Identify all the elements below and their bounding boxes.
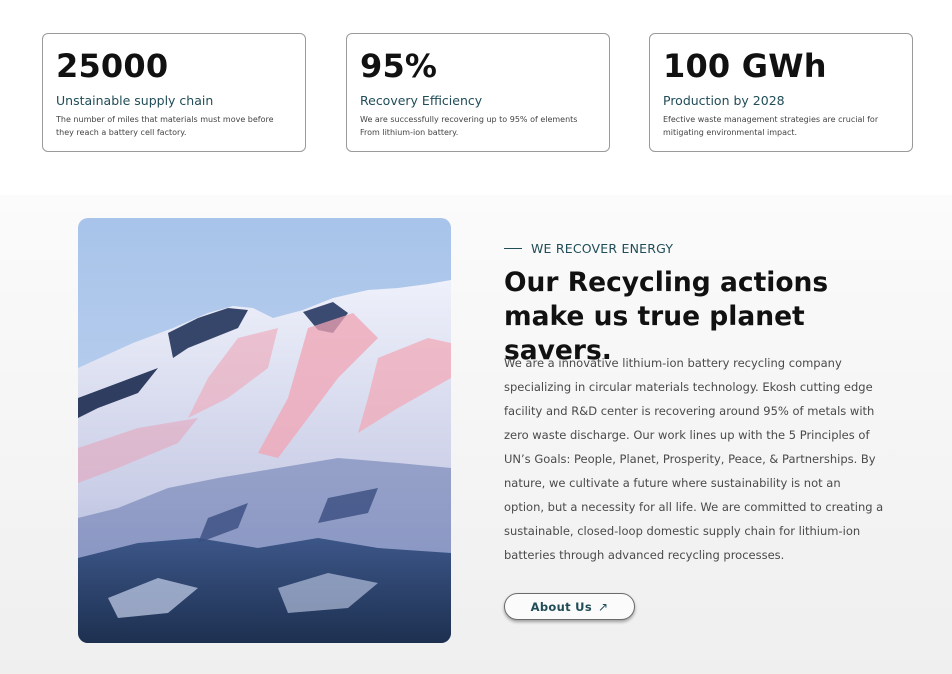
- stat-card-supply-chain: 25000 Unstainable supply chain The numbe…: [42, 33, 306, 152]
- arrow-up-right-icon: ↗: [597, 599, 609, 614]
- stat-title: Recovery Efficiency: [360, 93, 483, 108]
- about-us-label: About Us: [530, 599, 592, 614]
- stat-card-production: 100 GWh Production by 2028 Efective wast…: [649, 33, 913, 152]
- section-body: We are a innovative lithium-ion battery …: [504, 356, 884, 562]
- section-eyebrow: WE RECOVER ENERGY: [504, 240, 673, 256]
- stat-description: The number of miles that materials must …: [56, 115, 274, 137]
- eyebrow-line: [504, 247, 522, 249]
- eyebrow-text: WE RECOVER ENERGY: [531, 240, 674, 256]
- mountain-image: [78, 218, 451, 643]
- about-us-button[interactable]: About Us ↗: [504, 593, 635, 620]
- stat-title: Unstainable supply chain: [56, 93, 214, 108]
- stat-title: Production by 2028: [663, 93, 785, 108]
- stat-card-recovery-efficiency: 95% Recovery Efficiency We are successfu…: [346, 33, 610, 152]
- stats-section: 25000 Unstainable supply chain The numbe…: [0, 0, 952, 195]
- stat-value: 25000: [56, 47, 169, 85]
- stat-value: 100 GWh: [663, 47, 827, 85]
- stat-description: We are successfully recovering up to 95%…: [360, 115, 578, 137]
- stat-description: Efective waste management strategies are…: [663, 115, 879, 137]
- stat-value: 95%: [360, 47, 438, 85]
